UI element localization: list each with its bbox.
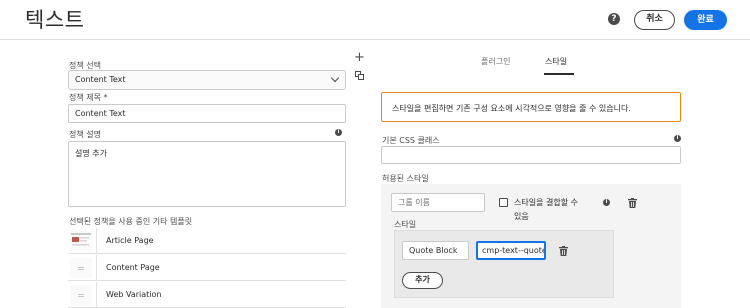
copy-policy-icon[interactable]	[355, 71, 364, 80]
article-thumbnail-icon	[71, 233, 91, 246]
add-style-button[interactable]: 추가	[402, 272, 443, 289]
template-list: Article Page Content Page Web Variation	[68, 228, 346, 308]
combine-styles-checkbox[interactable]	[499, 198, 508, 207]
active-tab-indicator	[544, 73, 574, 75]
combine-styles-label-cont: 있음	[514, 212, 529, 221]
templates-label: 선택된 정책을 사용 중인 기타 템플릿	[69, 217, 193, 226]
tab-styles[interactable]: 스타일	[545, 56, 567, 67]
warning-alert: 스타일을 편집하면 기존 구성 요소에 시각적으로 영향을 줄 수 있습니다.	[381, 92, 681, 122]
list-item[interactable]: Content Page	[68, 255, 346, 281]
row-divider	[96, 255, 97, 281]
allowed-styles-label: 허용된 스타일	[382, 174, 429, 183]
template-thumbnail	[70, 285, 92, 305]
combine-styles-label: 스타일을 결합할 수	[514, 198, 578, 207]
row-divider	[96, 228, 97, 254]
info-icon[interactable]: i	[603, 199, 610, 206]
dialog-header: 텍스트 ? 취소 완료	[0, 0, 750, 40]
tab-plugins[interactable]: 플러그인	[481, 56, 510, 67]
template-thumbnail	[70, 258, 92, 278]
dialog-title: 텍스트	[25, 8, 85, 32]
css-class-input[interactable]	[381, 146, 681, 164]
chevron-down-icon	[330, 73, 340, 83]
list-item[interactable]: Article Page	[68, 228, 346, 254]
add-policy-icon[interactable]: +	[354, 51, 365, 64]
info-icon[interactable]: i	[335, 129, 342, 136]
policy-title-label: 정책 제목 *	[69, 93, 108, 102]
delete-style-icon[interactable]	[559, 246, 568, 256]
policy-select-value: Content Text	[75, 75, 126, 84]
template-name: Article Page	[106, 236, 154, 245]
template-thumbnail	[70, 231, 92, 251]
template-name: Content Page	[106, 263, 160, 272]
css-class-label: 기본 CSS 클래스	[382, 136, 440, 145]
style-name-input[interactable]: Quote Block	[402, 241, 469, 260]
list-item[interactable]: Web Variation	[68, 282, 346, 308]
page-thumbnail-icon	[78, 267, 84, 270]
policy-title-input[interactable]: Content Text	[68, 104, 346, 123]
row-divider	[96, 282, 97, 308]
page-thumbnail-icon	[78, 294, 84, 297]
style-label: 스타일	[394, 220, 417, 229]
help-icon[interactable]: ?	[608, 13, 620, 25]
style-class-input[interactable]: cmp-text--quote	[476, 241, 546, 260]
info-icon[interactable]: i	[674, 135, 681, 142]
policy-select[interactable]: Content Text	[68, 70, 346, 90]
policy-description-textarea[interactable]: 설명 추가	[68, 141, 346, 207]
template-name: Web Variation	[106, 290, 162, 299]
group-name-input[interactable]: 그룹 이름	[391, 193, 485, 212]
delete-group-icon[interactable]	[628, 198, 637, 208]
policy-description-label: 정책 설명	[69, 130, 101, 139]
done-button[interactable]: 완료	[684, 10, 727, 30]
cancel-button[interactable]: 취소	[634, 10, 675, 30]
